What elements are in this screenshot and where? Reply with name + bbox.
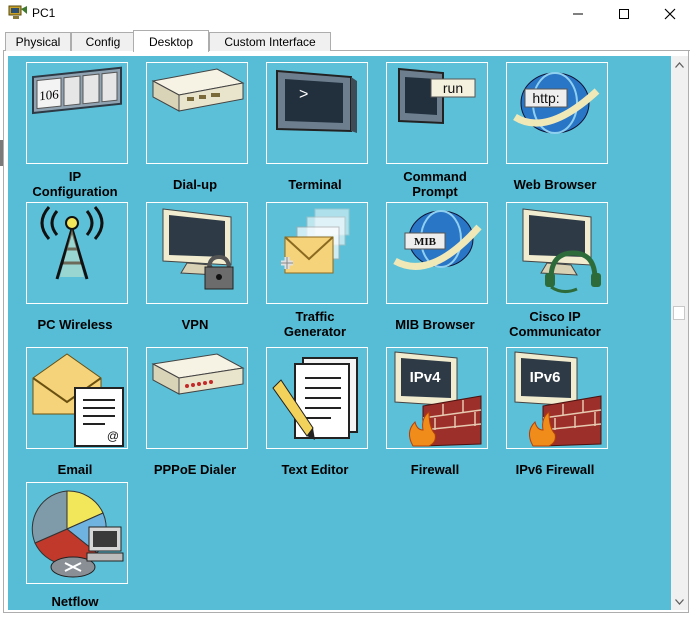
ip-configuration-icon[interactable]: 106 <box>26 62 128 164</box>
scroll-down-arrow[interactable] <box>671 593 688 610</box>
command-prompt-badge: run <box>443 80 463 96</box>
app-label-command-prompt: Command Prompt <box>403 169 467 199</box>
tab-config[interactable]: Config <box>71 32 135 51</box>
tab-custom-interface[interactable]: Custom Interface <box>209 32 331 51</box>
vpn-lock-icon[interactable] <box>146 202 248 304</box>
firewall-icon[interactable]: IPv4 <box>386 347 488 449</box>
app-label-dial-up: Dial-up <box>172 177 218 192</box>
firewall-ipv6-badge: IPv6 <box>530 369 561 386</box>
app-label-ipv6-firewall: IPv6 Firewall <box>515 462 595 477</box>
text-editor-icon[interactable] <box>266 347 368 449</box>
email-at-badge: @ <box>107 429 119 443</box>
command-prompt-icon[interactable]: run <box>386 62 488 164</box>
desktop-area: 106 IP Configuration Dial-up > Terminal … <box>8 56 671 610</box>
pppoe-dialer-icon[interactable] <box>146 347 248 449</box>
mib-browser-icon[interactable]: MIB <box>386 202 488 304</box>
scroll-thumb[interactable] <box>673 306 685 320</box>
app-label-vpn: VPN <box>181 317 209 332</box>
chevron-down-icon <box>675 598 684 605</box>
terminal-prompt-text: > <box>299 86 308 103</box>
app-label-netflow: Netflow <box>51 594 99 609</box>
terminal-icon[interactable]: > <box>266 62 368 164</box>
web-browser-badge: http: <box>532 90 559 106</box>
app-label-firewall: Firewall <box>410 462 460 477</box>
title-bar: PC1 <box>0 0 693 28</box>
window-title: PC1 <box>32 6 56 20</box>
web-browser-icon[interactable]: http: <box>506 62 608 164</box>
minimize-icon <box>573 13 583 15</box>
email-icon[interactable]: @ <box>26 347 128 449</box>
mib-badge: MIB <box>414 236 437 248</box>
vertical-scrollbar[interactable] <box>671 56 688 610</box>
app-label-mib-browser: MIB Browser <box>395 317 475 332</box>
ipv6-firewall-icon[interactable]: IPv6 <box>506 347 608 449</box>
app-label-pc-wireless: PC Wireless <box>37 317 113 332</box>
app-label-terminal: Terminal <box>288 177 342 192</box>
traffic-generator-icon[interactable] <box>266 202 368 304</box>
close-button[interactable] <box>647 2 693 26</box>
modem-icon[interactable] <box>146 62 248 164</box>
tab-strip: Physical Config Desktop Custom Interface <box>3 30 693 52</box>
wireless-tower-icon[interactable] <box>26 202 128 304</box>
firewall-ipv4-badge: IPv4 <box>410 369 442 386</box>
app-label-email: Email <box>57 462 93 477</box>
maximize-icon <box>619 9 629 19</box>
close-icon <box>664 8 676 20</box>
app-label-text-editor: Text Editor <box>281 462 349 477</box>
window-edge-marker <box>0 140 3 166</box>
app-label-cisco-ip-communicator: Cisco IP Communicator <box>509 309 601 339</box>
ip-badge-text: 106 <box>39 86 59 103</box>
packet-tracer-pc-icon <box>8 4 28 22</box>
netflow-icon[interactable] <box>26 482 128 584</box>
minimize-button[interactable] <box>555 2 601 26</box>
scroll-up-arrow[interactable] <box>671 56 688 73</box>
tab-physical[interactable]: Physical <box>5 32 71 51</box>
chevron-up-icon <box>675 61 684 68</box>
ip-communicator-icon[interactable] <box>506 202 608 304</box>
app-label-web-browser: Web Browser <box>513 177 597 192</box>
app-label-ip-configuration: IP Configuration <box>32 169 118 199</box>
maximize-button[interactable] <box>601 2 647 26</box>
app-label-traffic-generator: Traffic Generator <box>283 309 347 339</box>
app-label-pppoe-dialer: PPPoE Dialer <box>153 462 237 477</box>
tab-desktop[interactable]: Desktop <box>133 30 209 52</box>
